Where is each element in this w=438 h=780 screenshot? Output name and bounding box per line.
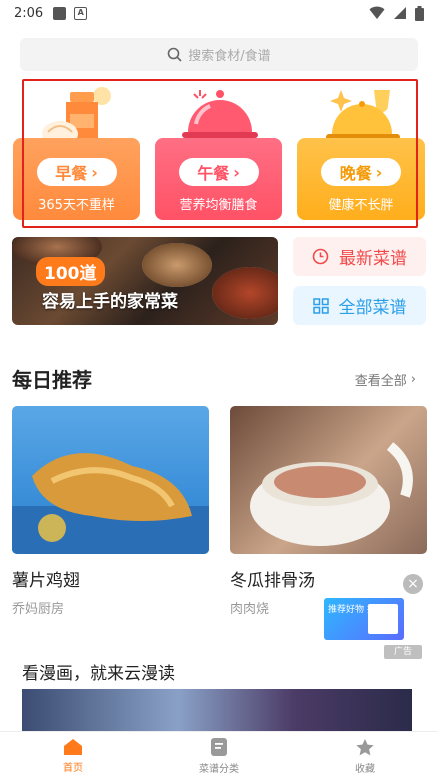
- search-bar[interactable]: 搜索食材/食谱: [20, 38, 418, 71]
- status-right: [369, 5, 424, 21]
- recipe-image-soup[interactable]: [230, 406, 427, 554]
- banner-badge: 100道: [36, 257, 105, 286]
- chevron-right-icon: ›: [91, 162, 98, 182]
- ad-image[interactable]: 推荐好物 排行榜: [324, 598, 404, 640]
- see-all-link[interactable]: 查看全部 ›: [355, 370, 416, 389]
- tab-favorites-label: 收藏: [355, 763, 375, 775]
- wifi-icon: [369, 6, 385, 19]
- tab-home-label: 首页: [63, 763, 83, 774]
- battery-icon: [415, 5, 424, 21]
- dinner-pill: 晚餐 ›: [321, 158, 401, 186]
- recipe-book-icon: [211, 738, 227, 756]
- chevron-right-icon: ›: [410, 372, 416, 387]
- search-icon: [167, 47, 182, 62]
- recipe-title[interactable]: 冬瓜排骨汤: [230, 566, 315, 591]
- ad-tag: 广告: [384, 645, 422, 659]
- all-recipes-label: 全部菜谱: [338, 298, 407, 318]
- app-screen: 2:06 A 搜索食材/食谱 早餐 › 365天不重样 午餐 › 营养均衡膳食 …: [0, 0, 438, 780]
- all-recipes-button[interactable]: 全部菜谱: [293, 286, 426, 325]
- lunch-card[interactable]: 午餐 › 营养均衡膳食: [155, 138, 282, 220]
- recipe-author: 乔妈厨房: [12, 602, 65, 617]
- star-icon: [356, 738, 374, 755]
- signal-icon: [394, 7, 406, 19]
- chevron-right-icon: ›: [375, 162, 383, 182]
- see-all-label: 查看全部: [354, 374, 407, 389]
- comic-promo-image[interactable]: [22, 689, 412, 731]
- recipe-image-wings[interactable]: [12, 406, 209, 554]
- dish-image: [212, 267, 278, 319]
- dinner-subtitle: 健康不长胖: [328, 198, 394, 213]
- breakfast-card[interactable]: 早餐 › 365天不重样: [13, 138, 140, 220]
- chevron-right-icon: ›: [233, 162, 240, 182]
- bottom-tab-bar: 首页 菜谱分类 收藏: [0, 731, 438, 780]
- home-icon: [64, 739, 82, 755]
- breakfast-label: 早餐: [55, 164, 88, 183]
- search-placeholder: 搜索食材/食谱: [188, 49, 271, 64]
- tab-categories-label: 菜谱分类: [199, 764, 239, 775]
- soup-photo: [250, 442, 413, 546]
- notification-icon: [53, 6, 67, 20]
- ad-close-button[interactable]: ×: [403, 574, 423, 594]
- tab-categories[interactable]: 菜谱分类: [146, 732, 292, 780]
- latest-recipes-label: 最新菜谱: [339, 249, 407, 269]
- lunch-pill: 午餐 ›: [178, 158, 259, 186]
- status-time: 2:06: [14, 5, 44, 21]
- breakfast-subtitle: 365天不重样: [38, 198, 115, 213]
- banner-title: 容易上手的家常菜: [42, 292, 178, 312]
- latest-recipes-button[interactable]: 最新菜谱: [293, 237, 426, 276]
- breakfast-pill: 早餐 ›: [36, 158, 117, 186]
- status-bar: 2:06 A: [0, 0, 438, 26]
- grid-icon: [312, 297, 329, 314]
- clock-icon: [312, 248, 329, 265]
- recipe-title[interactable]: 薯片鸡翅: [12, 566, 80, 591]
- ad-image-box: [368, 604, 398, 634]
- daily-section-title: 每日推荐: [12, 368, 92, 392]
- wings-photo: [12, 453, 209, 554]
- tab-favorites[interactable]: 收藏: [292, 732, 438, 780]
- lunch-subtitle: 营养均衡膳食: [179, 198, 258, 213]
- tab-home[interactable]: 首页: [0, 732, 146, 780]
- home-cooking-banner[interactable]: 100道 容易上手的家常菜: [12, 237, 278, 325]
- dinner-card[interactable]: 晚餐 › 健康不长胖: [297, 138, 425, 220]
- app-notification-icon: A: [74, 6, 88, 20]
- dinner-label: 晚餐: [339, 164, 372, 183]
- recipe-author: 肉肉烧: [230, 602, 270, 617]
- lunch-label: 午餐: [197, 164, 230, 183]
- comic-promo-title[interactable]: 看漫画，就来云漫读: [22, 659, 175, 684]
- dish-image: [142, 243, 212, 287]
